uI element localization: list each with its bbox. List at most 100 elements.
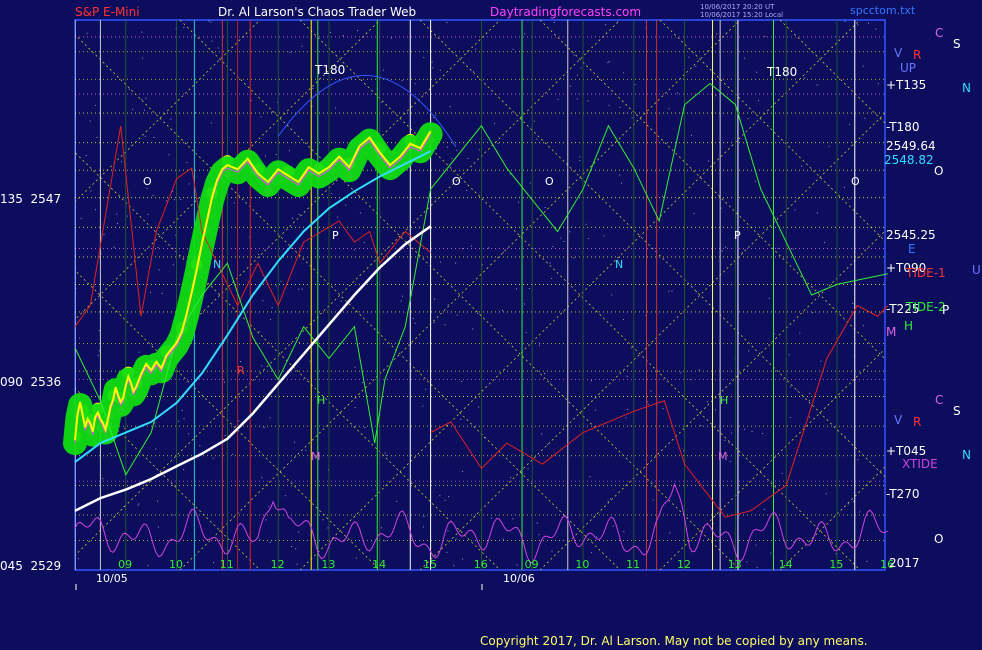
noise-dot [473,71,474,73]
noise-dot [128,88,130,90]
noise-dot [142,57,144,59]
noise-dot [335,107,336,109]
noise-dot [788,354,790,356]
x-tick-label: 16 [474,558,488,571]
planet-letter: E [908,242,916,256]
noise-dot [98,330,100,332]
noise-dot [835,553,837,555]
lattice-diag-up [75,20,621,556]
noise-dot [662,196,664,197]
noise-dot [683,450,684,452]
flux-letter: R [237,364,245,377]
noise-dot [298,288,300,290]
noise-dot [622,319,624,320]
noise-dot [573,54,575,56]
noise-dot [799,332,801,334]
noise-dot [186,162,188,164]
noise-dot [544,207,546,208]
noise-dot [446,22,448,23]
noise-dot [698,369,700,371]
t180-marker: T180 [314,63,345,77]
planet-letter: R [913,415,921,429]
lattice-diag-down [299,20,861,570]
noise-dot [363,242,365,244]
noise-dot [152,194,154,196]
noise-dot [355,557,357,559]
noise-dot [147,564,149,566]
noise-dot [569,231,571,233]
noise-dot [183,418,185,420]
noise-dot [621,182,622,184]
noise-dot [258,331,260,333]
flux-letter: O [851,175,860,188]
noise-dot [312,88,314,89]
noise-dot [576,74,578,76]
noise-dot [695,66,697,67]
noise-dot [232,453,234,455]
noise-dot [412,318,414,319]
noise-dot [536,522,538,524]
flux-letter: P [332,229,339,242]
noise-dot [794,209,796,211]
noise-dot [652,499,654,501]
noise-dot [626,375,628,377]
noise-dot [768,297,770,299]
noise-dot [116,223,118,224]
noise-dot [110,453,111,455]
noise-dot [275,285,277,287]
noise-dot [154,422,156,424]
noise-dot [138,503,140,505]
noise-dot [384,540,386,542]
noise-dot [460,418,462,420]
planet-letter: O [934,164,943,178]
right-time-label: -T180 [886,120,919,134]
noise-dot [175,234,177,236]
chart-title: S&P E-Mini [75,5,140,19]
noise-dot [563,241,565,242]
noise-dot [668,108,670,110]
noise-dot [721,250,723,252]
noise-dot [423,57,425,58]
noise-dot [212,457,214,459]
noise-dot [579,156,581,158]
x-tick-label: 11 [626,558,640,571]
flux-letter: H [317,394,325,407]
x-tick-label: 15 [423,558,437,571]
noise-dot [746,561,748,563]
noise-dot [80,217,82,219]
noise-dot [650,390,652,392]
noise-dot [137,504,139,506]
planet-letter: O [934,532,943,546]
noise-dot [447,530,449,532]
noise-dot [715,95,717,97]
noise-dot [446,551,448,553]
noise-dot [173,199,175,201]
noise-dot [541,433,543,435]
flux-letter: N [213,258,221,271]
noise-dot [553,21,555,23]
noise-dot [816,212,818,214]
flux-letter: H [720,394,728,407]
noise-dot [126,215,128,217]
x-tick-label: 11 [220,558,234,571]
planet-letter: C [935,393,943,407]
noise-dot [478,149,480,151]
noise-dot [224,435,226,436]
noise-dot [539,344,540,346]
noise-dot [552,246,554,247]
noise-dot [269,417,271,419]
noise-dot [588,238,590,239]
noise-dot [340,300,342,302]
planet-letter: M [886,325,896,339]
timestamp-ut: 10/06/2017 20:20 UT [700,3,775,11]
noise-dot [862,65,864,67]
right-time-label: -T270 [886,487,919,501]
noise-dot [859,511,861,513]
noise-dot [607,62,609,64]
noise-dot [381,527,382,529]
noise-dot [444,324,446,326]
noise-dot [770,552,772,554]
noise-dot [608,104,610,106]
noise-dot [518,201,520,203]
noise-dot [90,190,92,192]
